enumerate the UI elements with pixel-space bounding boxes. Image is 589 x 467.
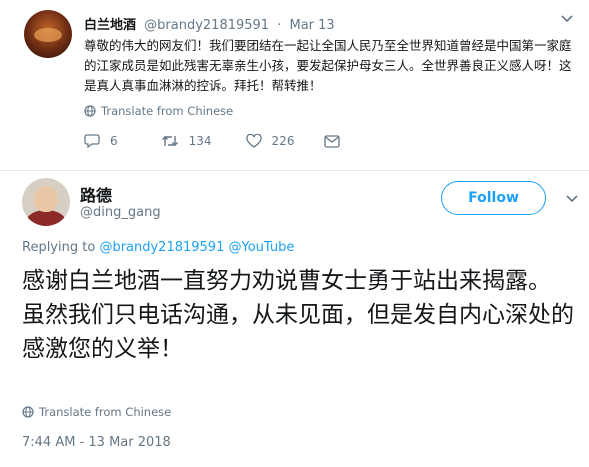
reply-count: 6 (110, 134, 118, 148)
tweet-header: 白兰地酒 @brandy21819591 · Mar 13 (84, 14, 335, 33)
reply-button[interactable]: 6 (84, 134, 118, 148)
follow-button[interactable]: Follow (441, 181, 546, 215)
separator: · (277, 18, 282, 33)
like-button[interactable]: 226 (245, 134, 295, 148)
author-name[interactable]: 白兰地酒 (84, 18, 136, 33)
replying-prefix: Replying to (22, 240, 96, 255)
mention-link[interactable]: @YouTube (229, 240, 295, 255)
envelope-icon (324, 134, 341, 148)
tweet-date[interactable]: Mar 13 (290, 18, 335, 33)
tweet-text-line: 感谢白兰地酒一直努力劝说曹女士勇于站出来揭露。 (22, 268, 551, 294)
author-name[interactable]: 路德 (80, 182, 112, 206)
like-count: 226 (271, 134, 295, 148)
translate-label: Translate from Chinese (39, 405, 172, 419)
chevron-down-icon[interactable] (565, 194, 579, 204)
direct-message-button[interactable] (324, 134, 341, 148)
reply-icon (84, 134, 100, 148)
retweet-count: 134 (188, 134, 212, 148)
author-handle[interactable]: @ding_gang (80, 205, 161, 220)
translate-link[interactable]: Translate from Chinese (84, 104, 233, 118)
globe-icon (84, 105, 96, 117)
tweet-actions: 6 134 226 (84, 134, 341, 148)
tweet-text: 尊敬的伟大的网友们！我们要团结在一起让全国人民乃至全世界知道曾经是中国第一家庭的… (84, 38, 572, 93)
heart-icon (245, 134, 262, 148)
retweet-button[interactable]: 134 (161, 134, 212, 148)
tweet-text: 感谢白兰地酒一直努力劝说曹女士勇于站出来揭露。 虽然我们只电话沟通，从未见面，但… (22, 264, 582, 366)
translate-label: Translate from Chinese (101, 104, 234, 118)
parent-tweet[interactable]: 白兰地酒 @brandy21819591 · Mar 13 尊敬的伟大的网友们！… (0, 0, 589, 170)
mention-link[interactable]: @brandy21819591 (99, 240, 224, 255)
translate-link[interactable]: Translate from Chinese (22, 405, 171, 419)
globe-icon (22, 406, 34, 418)
tweet-text-line: 虽然我们只电话沟通，从未见面，但是发自内心深处的感激您的义举！ (22, 302, 574, 362)
chevron-down-icon[interactable] (560, 14, 574, 24)
avatar[interactable] (24, 10, 72, 58)
replying-to: Replying to @brandy21819591 @YouTube (22, 240, 294, 255)
retweet-icon (161, 136, 178, 146)
author-handle[interactable]: @brandy21819591 (144, 18, 269, 33)
avatar[interactable] (22, 178, 70, 226)
tweet-divider (0, 170, 589, 171)
tweet-timestamp[interactable]: 7:44 AM - 13 Mar 2018 (22, 435, 171, 450)
